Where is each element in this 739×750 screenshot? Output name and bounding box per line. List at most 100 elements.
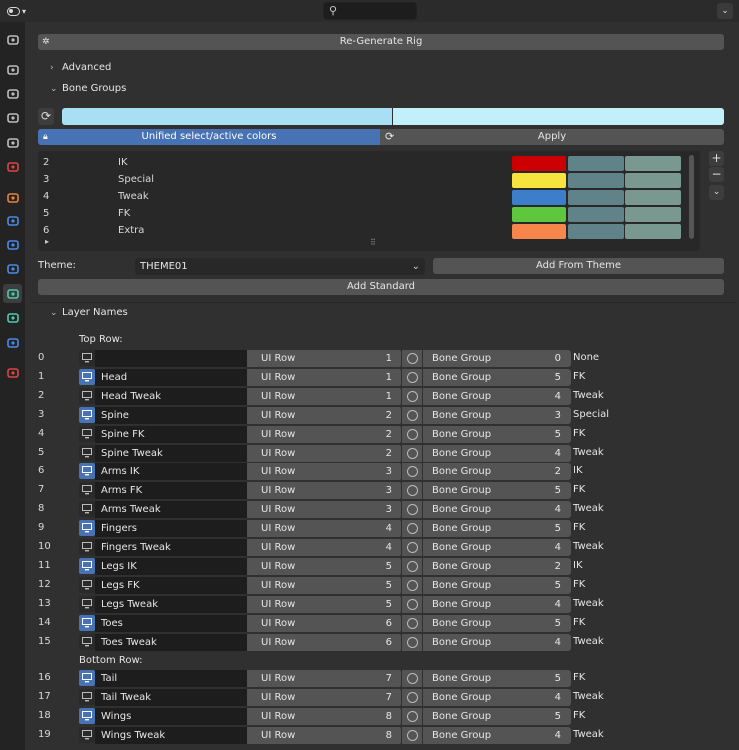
add-from-theme-button[interactable]: Add From Theme [433,258,724,274]
bone-group-field[interactable]: Bone Group 5 [422,614,571,632]
layer-name-field[interactable]: Arms Tweak [95,501,247,519]
layer-name-field[interactable]: Legs FK [95,576,247,594]
bone-group-field[interactable]: Bone Group 4 [422,688,571,706]
layer-visibility-toggle[interactable] [79,633,95,650]
layer-name-field[interactable]: Legs IK [95,557,247,575]
ui-row-field[interactable]: UI Row 2 [247,425,401,443]
ui-row-field[interactable]: UI Row 7 [247,688,401,706]
layer-name-field[interactable]: Head [95,368,247,386]
ui-row-field[interactable]: UI Row 5 [247,576,401,594]
bone-group-field[interactable]: Bone Group 4 [422,539,571,556]
add-standard-button[interactable]: Add Standard [38,279,724,295]
layer-visibility-toggle[interactable] [79,463,95,480]
scene-icon[interactable] [3,133,22,152]
layer-visibility-toggle[interactable] [79,406,95,423]
bone-group-field[interactable]: Bone Group 2 [422,463,571,481]
normal-color-swatch[interactable] [512,224,566,239]
bone-group-field[interactable]: Bone Group 2 [422,557,571,575]
bone-group-field[interactable]: Bone Group 5 [422,707,571,725]
options-dropdown[interactable]: ⌄ [717,3,733,19]
bone-group-field[interactable]: Bone Group 5 [422,425,571,443]
layer-visibility-toggle[interactable] [79,670,95,686]
view-layer-icon[interactable] [3,108,22,127]
ui-row-field[interactable]: UI Row 3 [247,463,401,481]
advanced-subpanel-header[interactable]: › Advanced [50,59,111,77]
ui-row-field[interactable]: UI Row 5 [247,557,401,575]
bone-group-field[interactable]: Bone Group 5 [422,482,571,500]
bone-group-field[interactable]: Bone Group 4 [422,444,571,462]
radio-toggle[interactable] [401,614,422,632]
physics-icon[interactable] [3,259,22,278]
active-color-swatch[interactable] [625,207,681,222]
list-item[interactable]: 6 Extra [38,223,700,240]
normal-color-swatch[interactable] [512,173,566,188]
filter-expand-icon[interactable]: ▸ [45,237,49,246]
layer-visibility-toggle[interactable] [79,688,95,705]
radio-toggle[interactable] [401,707,422,725]
layer-name-field[interactable]: Toes Tweak [95,633,247,651]
ui-row-field[interactable]: UI Row 6 [247,614,401,632]
radio-toggle[interactable] [401,368,422,386]
layer-visibility-toggle[interactable] [79,387,95,404]
render-icon[interactable] [3,60,22,79]
radio-toggle[interactable] [401,444,422,462]
layer-visibility-toggle[interactable] [79,614,95,631]
ui-row-field[interactable]: UI Row 1 [247,387,401,405]
select-color-swatch[interactable] [568,190,624,205]
list-item[interactable]: 3 Special [38,172,700,189]
bone-constraints-icon[interactable] [3,333,22,352]
radio-toggle[interactable] [401,557,422,575]
radio-toggle[interactable] [401,670,422,687]
radio-toggle[interactable] [401,520,422,538]
active-color-swatch[interactable] [625,190,681,205]
bone-group-field[interactable]: Bone Group 3 [422,406,571,424]
layer-name-field[interactable]: Arms FK [95,482,247,500]
output-icon[interactable] [3,84,22,103]
layer-visibility-toggle[interactable] [79,368,95,385]
layer-name-field[interactable]: Toes [95,614,247,632]
list-item[interactable]: 5 FK [38,206,700,223]
select-color-swatch[interactable] [393,108,724,125]
layer-visibility-toggle[interactable] [79,557,95,574]
bone-groups-subpanel-header[interactable]: ⌄ Bone Groups [50,80,126,98]
layer-visibility-toggle[interactable] [79,501,95,518]
object-icon[interactable] [3,188,22,207]
layer-name-field[interactable]: Tail Tweak [95,688,247,706]
layer-name-field[interactable]: Head Tweak [95,387,247,405]
layer-name-field[interactable]: Spine FK [95,425,247,443]
layer-visibility-toggle[interactable] [79,350,95,366]
particles-icon[interactable] [3,235,22,254]
radio-toggle[interactable] [401,482,422,500]
select-color-swatch[interactable] [568,156,624,171]
radio-toggle[interactable] [401,425,422,443]
list-scrollbar[interactable] [689,155,694,239]
tool-icon[interactable] [3,30,22,49]
layer-visibility-toggle[interactable] [79,520,95,537]
add-icon[interactable]: + [709,151,724,166]
radio-toggle[interactable] [401,350,422,367]
bone-group-field[interactable]: Bone Group 4 [422,387,571,405]
bone-group-field[interactable]: Bone Group 5 [422,670,571,687]
bone-group-list[interactable]: 2 IK 3 Special 4 Tweak 5 FK 6 Extra [38,151,700,251]
radio-toggle[interactable] [401,633,422,651]
bone-group-field[interactable]: Bone Group 5 [422,576,571,594]
layer-name-field[interactable]: Legs Tweak [95,595,247,613]
regenerate-rig-button[interactable]: ✲ Re-Generate Rig [38,34,724,50]
select-color-swatch[interactable] [568,173,624,188]
ui-row-field[interactable]: UI Row 4 [247,539,401,556]
bone-group-field[interactable]: Bone Group 4 [422,501,571,519]
layer-visibility-toggle[interactable] [79,595,95,612]
chevron-down-icon[interactable]: ⌄ [709,185,724,200]
select-color-swatch[interactable] [568,207,624,222]
bone-group-field[interactable]: Bone Group 5 [422,368,571,386]
layer-visibility-toggle[interactable] [79,444,95,461]
resize-grip-icon[interactable]: ⠿ [370,238,377,247]
layer-name-field[interactable]: Wings Tweak [95,726,247,744]
remove-icon[interactable]: − [709,167,724,182]
modifiers-icon[interactable] [3,211,22,230]
bone-group-field[interactable]: Bone Group 4 [422,633,571,651]
ui-row-field[interactable]: UI Row 3 [247,501,401,519]
refresh-icon[interactable]: ⟳ [38,108,54,125]
radio-toggle[interactable] [401,726,422,744]
radio-toggle[interactable] [401,539,422,556]
